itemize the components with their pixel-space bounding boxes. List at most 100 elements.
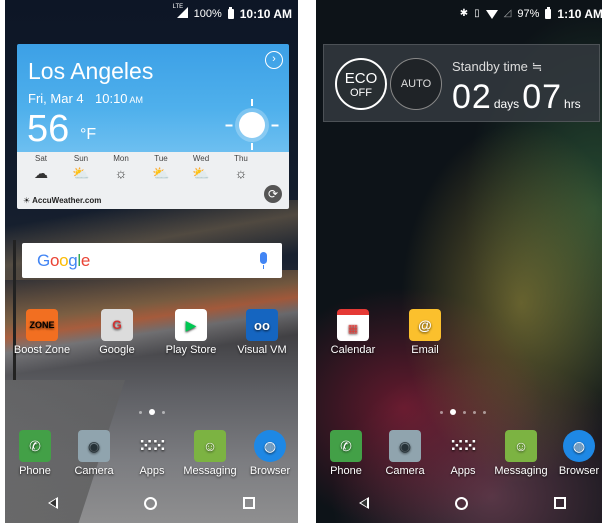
app-email[interactable]: @ Email: [396, 309, 454, 356]
app-boost-zone[interactable]: ZONE Boost Zone: [13, 309, 71, 356]
status-bar: LTE 100% 10:10 AM: [5, 0, 298, 28]
home-icon[interactable]: [144, 496, 157, 510]
page-dot[interactable]: [482, 410, 486, 414]
play-store-icon: ▶: [175, 309, 207, 341]
page-dot[interactable]: [472, 410, 476, 414]
dock-apps[interactable]: ⁙⁙ Apps: [434, 430, 492, 477]
recent-apps-icon[interactable]: [243, 497, 255, 509]
messaging-icon: ☺: [194, 430, 226, 462]
page-dot-active[interactable]: [148, 409, 155, 415]
sunny-icon: ☼: [234, 165, 248, 181]
boost-zone-icon: ZONE: [26, 309, 58, 341]
standby-hours-unit: hrs: [564, 97, 581, 111]
battery-percent: 97%: [517, 8, 540, 20]
wifi-icon: [485, 9, 498, 19]
app-label: Messaging: [494, 465, 548, 477]
dock-phone[interactable]: ✆ Phone: [6, 430, 64, 477]
vibrate-icon: ▯: [474, 8, 480, 19]
page-indicator: [316, 409, 602, 415]
phone-icon: ✆: [19, 430, 51, 462]
weather-date: Fri, Mar 4: [28, 91, 84, 106]
lte-signal-icon: LTE: [173, 4, 188, 21]
forecast-day-label: Wed: [192, 154, 210, 163]
google-search-bar[interactable]: Google: [22, 243, 282, 278]
app-label: Google: [99, 344, 135, 356]
partly-cloudy-icon: ⛅: [72, 165, 90, 181]
globe-icon: ◍: [563, 430, 595, 462]
weather-widget[interactable]: Los Angeles Fri, Mar 4 10:10 AM 56 °F › S…: [17, 44, 289, 209]
weather-current: Los Angeles Fri, Mar 4 10:10 AM 56 °F ›: [17, 44, 289, 152]
accuweather-label: AccuWeather.com: [32, 196, 102, 205]
calendar-icon: ▦: [337, 309, 369, 341]
app-label: Visual VM: [237, 344, 287, 356]
app-label: Browser: [558, 465, 600, 477]
app-label: Phone: [19, 465, 51, 477]
dock-phone[interactable]: ✆ Phone: [317, 430, 375, 477]
dock-messaging[interactable]: ☺ Messaging: [492, 430, 550, 477]
camera-icon: ◉: [78, 430, 110, 462]
chevron-right-icon[interactable]: ›: [265, 51, 283, 69]
standby-days-value: 02: [452, 78, 492, 116]
app-label: Apps: [139, 465, 165, 477]
app-visual-vm[interactable]: oo Visual VM: [233, 309, 291, 356]
page-dot-active[interactable]: [449, 409, 456, 415]
partly-cloudy-icon: ⛅: [192, 165, 210, 181]
forecast-day: Tue ⛅: [141, 154, 181, 183]
standby-time-value: 02 days 07 hrs: [452, 78, 584, 117]
page-dot[interactable]: [161, 410, 165, 414]
apps-grid-icon: ⁙⁙: [449, 436, 478, 455]
dock-browser[interactable]: ◍ Browser: [550, 430, 602, 477]
camera-icon: ◉: [389, 430, 421, 462]
dock-apps[interactable]: ⁙⁙ Apps: [123, 430, 181, 477]
app-label: Phone: [330, 465, 362, 477]
eco-state: OFF: [350, 87, 372, 99]
forecast-day-label: Tue: [154, 154, 168, 163]
app-google[interactable]: G Google: [88, 309, 146, 356]
globe-icon: ◍: [254, 430, 286, 462]
status-bar: ✱ ▯ ◿ 97% 1:10 AM: [316, 0, 602, 28]
phone-icon: ✆: [330, 430, 362, 462]
network-type-label: LTE: [172, 4, 184, 10]
forecast-day: Wed ⛅: [181, 154, 221, 183]
app-label: Email: [411, 344, 439, 356]
sunny-icon: [239, 112, 265, 138]
voicemail-icon: oo: [246, 309, 278, 341]
weather-time: 10:10 AM: [95, 91, 143, 106]
accuweather-logo[interactable]: ☀ AccuWeather.com: [23, 196, 101, 205]
forecast-day-label: Sat: [34, 154, 47, 163]
sunny-icon: ☼: [114, 165, 128, 181]
back-icon[interactable]: [359, 497, 369, 509]
status-clock: 1:10 AM: [557, 7, 602, 21]
auto-button[interactable]: AUTO: [390, 58, 442, 110]
dock-camera[interactable]: ◉ Camera: [65, 430, 123, 477]
app-label: Boost Zone: [13, 344, 71, 356]
weather-forecast: Sat ☁ Sun ⛅ Mon ☼ Tue ⛅ Wed ⛅ Thu ☼ ☀ AccuWeather.c…: [17, 152, 289, 209]
app-play-store[interactable]: ▶ Play Store: [162, 309, 220, 356]
app-label: Camera: [74, 465, 114, 477]
messaging-icon: ☺: [505, 430, 537, 462]
forecast-day: Sun ⛅: [61, 154, 101, 183]
home-screen-right: ✱ ▯ ◿ 97% 1:10 AM AUTO ECO OFF Standby t…: [316, 0, 602, 523]
dock-browser[interactable]: ◍ Browser: [241, 430, 298, 477]
home-icon[interactable]: [455, 496, 468, 510]
app-label: Calendar: [330, 344, 376, 356]
navigation-bar: [5, 483, 298, 523]
forecast-day: Thu ☼: [221, 154, 261, 183]
forecast-row: Sat ☁ Sun ⛅ Mon ☼ Tue ⛅ Wed ⛅ Thu ☼: [21, 154, 261, 183]
refresh-icon[interactable]: ⟳: [264, 185, 282, 203]
app-calendar[interactable]: ▦ Calendar: [324, 309, 382, 356]
forecast-day-label: Mon: [113, 154, 129, 163]
battery-icon: [545, 7, 552, 19]
page-dot[interactable]: [138, 410, 142, 414]
recent-apps-icon[interactable]: [554, 497, 566, 509]
back-icon[interactable]: [48, 497, 58, 509]
dock-camera[interactable]: ◉ Camera: [376, 430, 434, 477]
page-dot[interactable]: [439, 410, 443, 414]
dock-messaging[interactable]: ☺ Messaging: [181, 430, 239, 477]
cloudy-icon: ☁: [34, 165, 48, 181]
app-label: Camera: [385, 465, 425, 477]
page-dot[interactable]: [462, 410, 466, 414]
microphone-icon[interactable]: [260, 252, 267, 269]
page-indicator: [5, 409, 298, 415]
eco-toggle-button[interactable]: ECO OFF: [335, 58, 387, 110]
